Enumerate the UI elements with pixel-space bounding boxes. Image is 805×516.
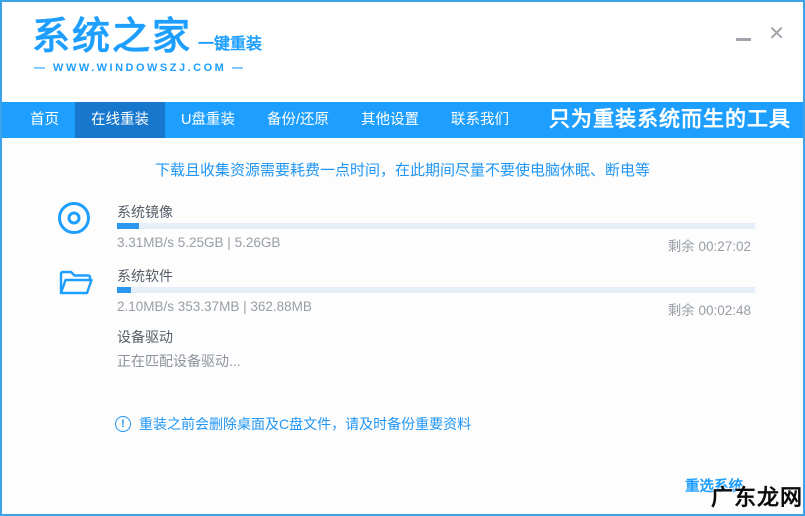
status-device-driver: 正在匹配设备驱动... xyxy=(117,353,241,369)
app-subtitle: 一键重装 xyxy=(198,36,263,53)
folder-icon xyxy=(58,268,94,303)
nav-item-contact-us[interactable]: 联系我们 xyxy=(435,102,525,138)
nav-bar: 首页 在线重装 U盘重装 备份/还原 其他设置 联系我们 只为重装系统而生的工具 xyxy=(2,102,803,138)
nav-item-other-settings[interactable]: 其他设置 xyxy=(345,102,435,138)
remaining-system-image: 剩余 00:27:02 xyxy=(667,239,751,254)
progress-fill-system-image xyxy=(117,223,140,229)
app-logo: 系统之家 一键重装 — WWW.WINDOWSZJ.COM — xyxy=(32,18,262,74)
website-url: — WWW.WINDOWSZJ.COM — xyxy=(34,62,246,74)
nav-slogan: 只为重装系统而生的工具 xyxy=(549,108,791,131)
nav-item-backup-restore[interactable]: 备份/还原 xyxy=(251,102,345,138)
nav-item-online-reinstall[interactable]: 在线重装 xyxy=(75,102,165,138)
backup-warning-text: 重装之前会删除桌面及C盘文件，请及时备份重要资料 xyxy=(139,416,472,432)
disc-icon xyxy=(58,202,90,234)
stats-system-software: 2.10MB/s 353.37MB | 362.88MB xyxy=(117,299,312,314)
task-label-system-image: 系统镜像 xyxy=(117,204,173,220)
info-icon: ! xyxy=(115,416,131,432)
minimize-button[interactable] xyxy=(735,26,753,44)
close-button[interactable]: ✕ xyxy=(768,24,785,44)
stats-system-image: 3.31MB/s 5.25GB | 5.26GB xyxy=(117,235,281,250)
task-label-device-driver: 设备驱动 xyxy=(117,329,173,345)
content-area: 下载且收集资源需要耗费一点时间，在此期间尽量不要使电脑休眠、断电等 系统镜像 3… xyxy=(2,138,803,514)
titlebar: 系统之家 一键重装 — WWW.WINDOWSZJ.COM — ✕ xyxy=(2,2,803,100)
progress-bar-system-software xyxy=(117,287,755,293)
backup-warning: ! 重装之前会删除桌面及C盘文件，请及时备份重要资料 xyxy=(115,414,471,434)
app-title: 系统之家 xyxy=(32,16,193,58)
app-window: 系统之家 一键重装 — WWW.WINDOWSZJ.COM — ✕ 首页 在线重… xyxy=(0,0,805,516)
nav-item-home[interactable]: 首页 xyxy=(14,102,75,138)
nav-item-usb-reinstall[interactable]: U盘重装 xyxy=(165,102,251,138)
minimize-icon xyxy=(736,38,751,41)
progress-fill-system-software xyxy=(117,287,132,293)
remaining-system-software: 剩余 00:02:48 xyxy=(667,303,751,318)
close-icon: ✕ xyxy=(768,23,785,45)
progress-bar-system-image xyxy=(117,223,755,229)
task-label-system-software: 系统软件 xyxy=(117,268,173,284)
download-notice: 下载且收集资源需要耗费一点时间，在此期间尽量不要使电脑休眠、断电等 xyxy=(154,162,650,179)
watermark-logo: 广东龙网 xyxy=(710,486,803,511)
